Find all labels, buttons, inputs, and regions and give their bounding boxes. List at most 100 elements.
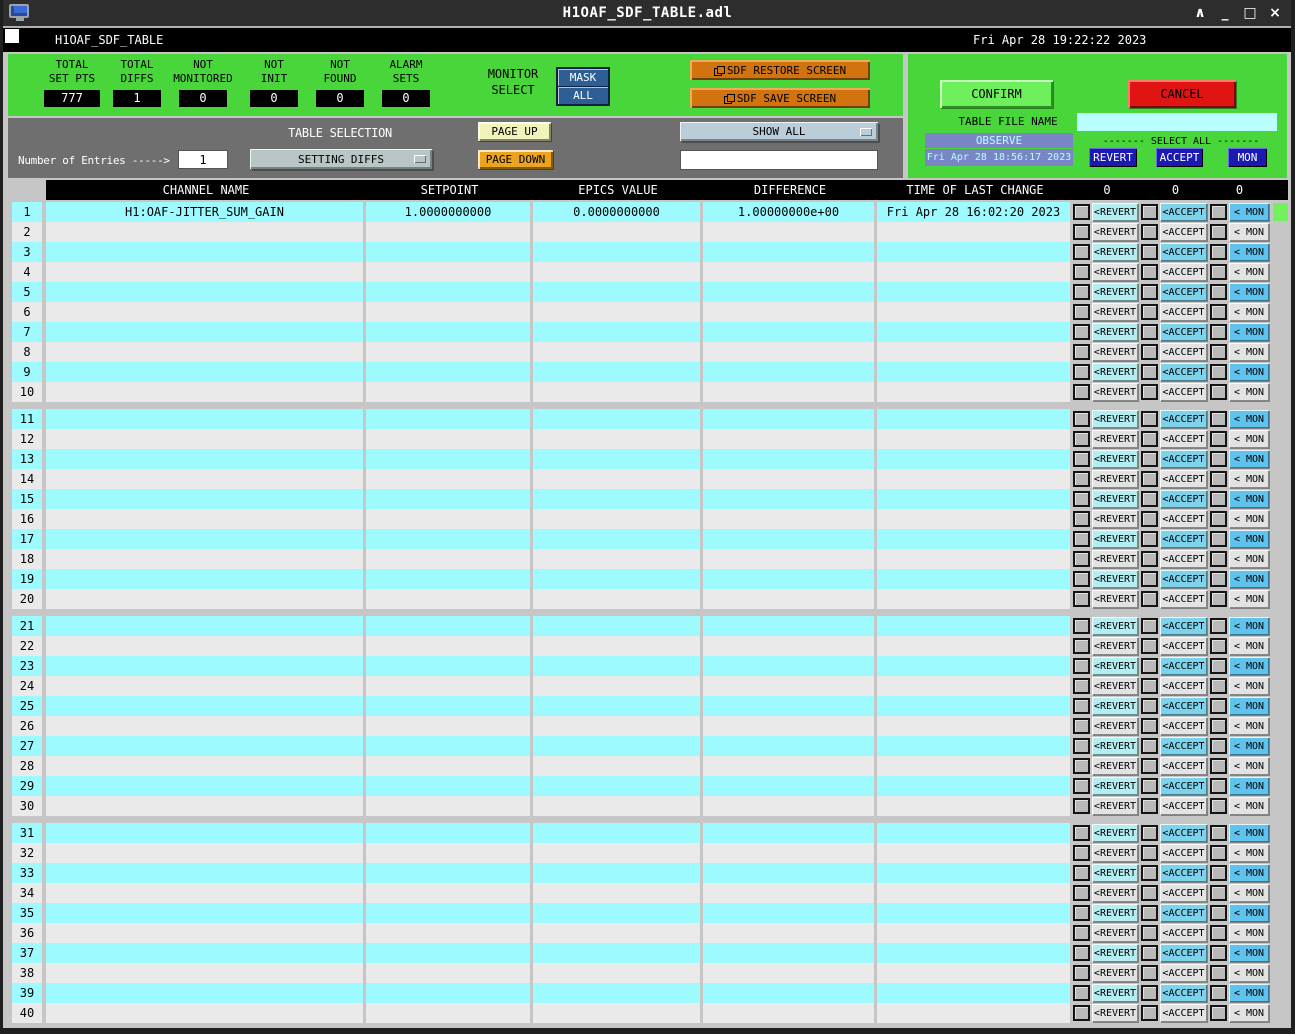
revert-button[interactable]: <REVERT <box>1092 697 1138 715</box>
mon-button[interactable]: < MON <box>1229 757 1269 775</box>
table-selection-dropdown[interactable]: SETTING DIFFS <box>250 149 432 169</box>
accept-checkbox[interactable] <box>1141 324 1158 340</box>
mon-button[interactable]: < MON <box>1229 1004 1269 1022</box>
revert-checkbox[interactable] <box>1073 985 1090 1001</box>
revert-checkbox[interactable] <box>1073 845 1090 861</box>
revert-button[interactable]: <REVERT <box>1092 550 1138 568</box>
mon-button[interactable]: < MON <box>1229 490 1269 508</box>
revert-checkbox[interactable] <box>1073 551 1090 567</box>
accept-checkbox[interactable] <box>1141 1005 1158 1021</box>
revert-checkbox[interactable] <box>1073 945 1090 961</box>
minimize-button[interactable]: _ <box>1217 5 1233 21</box>
accept-checkbox[interactable] <box>1141 798 1158 814</box>
mon-checkbox[interactable] <box>1210 638 1227 654</box>
revert-button[interactable]: <REVERT <box>1092 737 1138 755</box>
shade-button[interactable]: ∧ <box>1192 5 1208 21</box>
revert-checkbox[interactable] <box>1073 658 1090 674</box>
mon-checkbox[interactable] <box>1210 738 1227 754</box>
mon-checkbox[interactable] <box>1210 471 1227 487</box>
mon-button[interactable]: < MON <box>1229 637 1269 655</box>
mon-checkbox[interactable] <box>1210 224 1227 240</box>
accept-button[interactable]: <ACCEPT <box>1160 657 1207 675</box>
mon-checkbox[interactable] <box>1210 551 1227 567</box>
revert-checkbox[interactable] <box>1073 591 1090 607</box>
revert-button[interactable]: <REVERT <box>1092 203 1138 221</box>
mon-button[interactable]: < MON <box>1229 510 1269 528</box>
revert-checkbox[interactable] <box>1073 284 1090 300</box>
mon-button[interactable]: < MON <box>1229 797 1269 815</box>
revert-checkbox[interactable] <box>1073 511 1090 527</box>
accept-button[interactable]: <ACCEPT <box>1160 430 1207 448</box>
revert-checkbox[interactable] <box>1073 451 1090 467</box>
mon-checkbox[interactable] <box>1210 778 1227 794</box>
mon-button[interactable]: < MON <box>1229 677 1269 695</box>
mon-checkbox[interactable] <box>1210 324 1227 340</box>
revert-checkbox[interactable] <box>1073 825 1090 841</box>
page-down-button[interactable]: PAGE DOWN <box>478 150 553 169</box>
revert-checkbox[interactable] <box>1073 531 1090 547</box>
mon-button[interactable]: < MON <box>1229 243 1269 261</box>
revert-button[interactable]: <REVERT <box>1092 323 1138 341</box>
revert-checkbox[interactable] <box>1073 865 1090 881</box>
accept-checkbox[interactable] <box>1141 758 1158 774</box>
mon-checkbox[interactable] <box>1210 698 1227 714</box>
revert-button[interactable]: <REVERT <box>1092 637 1138 655</box>
revert-checkbox[interactable] <box>1073 224 1090 240</box>
revert-button[interactable]: <REVERT <box>1092 530 1138 548</box>
accept-button[interactable]: <ACCEPT <box>1160 223 1207 241</box>
accept-checkbox[interactable] <box>1141 384 1158 400</box>
accept-button[interactable]: <ACCEPT <box>1160 470 1207 488</box>
revert-button[interactable]: <REVERT <box>1092 590 1138 608</box>
accept-button[interactable]: <ACCEPT <box>1160 844 1207 862</box>
revert-checkbox[interactable] <box>1073 304 1090 320</box>
revert-button[interactable]: <REVERT <box>1092 984 1138 1002</box>
revert-button[interactable]: <REVERT <box>1092 383 1138 401</box>
mon-button[interactable]: < MON <box>1229 737 1269 755</box>
mon-checkbox[interactable] <box>1210 244 1227 260</box>
accept-button[interactable]: <ACCEPT <box>1160 243 1207 261</box>
revert-checkbox[interactable] <box>1073 925 1090 941</box>
accept-checkbox[interactable] <box>1141 451 1158 467</box>
revert-button[interactable]: <REVERT <box>1092 410 1138 428</box>
mon-checkbox[interactable] <box>1210 304 1227 320</box>
accept-button[interactable]: <ACCEPT <box>1160 824 1207 842</box>
accept-all-button[interactable]: ACCEPT <box>1156 148 1203 167</box>
revert-checkbox[interactable] <box>1073 344 1090 360</box>
revert-button[interactable]: <REVERT <box>1092 904 1138 922</box>
revert-checkbox[interactable] <box>1073 471 1090 487</box>
sdf-save-screen-button[interactable]: SDF SAVE SCREEN <box>690 88 870 108</box>
accept-button[interactable]: <ACCEPT <box>1160 677 1207 695</box>
revert-checkbox[interactable] <box>1073 905 1090 921</box>
mon-button[interactable]: < MON <box>1229 617 1269 635</box>
mon-button[interactable]: < MON <box>1229 550 1269 568</box>
mon-button[interactable]: < MON <box>1229 450 1269 468</box>
accept-checkbox[interactable] <box>1141 845 1158 861</box>
mon-button[interactable]: < MON <box>1229 283 1269 301</box>
revert-button[interactable]: <REVERT <box>1092 343 1138 361</box>
accept-button[interactable]: <ACCEPT <box>1160 697 1207 715</box>
revert-button[interactable]: <REVERT <box>1092 964 1138 982</box>
mon-button[interactable]: < MON <box>1229 697 1269 715</box>
accept-checkbox[interactable] <box>1141 965 1158 981</box>
accept-button[interactable]: <ACCEPT <box>1160 737 1207 755</box>
revert-button[interactable]: <REVERT <box>1092 797 1138 815</box>
accept-checkbox[interactable] <box>1141 511 1158 527</box>
accept-checkbox[interactable] <box>1141 778 1158 794</box>
revert-button[interactable]: <REVERT <box>1092 510 1138 528</box>
show-all-dropdown[interactable]: SHOW ALL <box>680 122 878 141</box>
accept-button[interactable]: <ACCEPT <box>1160 490 1207 508</box>
revert-checkbox[interactable] <box>1073 965 1090 981</box>
revert-button[interactable]: <REVERT <box>1092 450 1138 468</box>
mon-checkbox[interactable] <box>1210 678 1227 694</box>
mon-checkbox[interactable] <box>1210 865 1227 881</box>
accept-checkbox[interactable] <box>1141 905 1158 921</box>
accept-checkbox[interactable] <box>1141 925 1158 941</box>
mon-checkbox[interactable] <box>1210 718 1227 734</box>
execute-indicator[interactable] <box>5 29 19 43</box>
revert-checkbox[interactable] <box>1073 204 1090 220</box>
mon-button[interactable]: < MON <box>1229 223 1269 241</box>
accept-button[interactable]: <ACCEPT <box>1160 904 1207 922</box>
mon-all-button[interactable]: MON <box>1228 148 1267 167</box>
maximize-button[interactable]: □ <box>1242 5 1258 21</box>
accept-checkbox[interactable] <box>1141 431 1158 447</box>
